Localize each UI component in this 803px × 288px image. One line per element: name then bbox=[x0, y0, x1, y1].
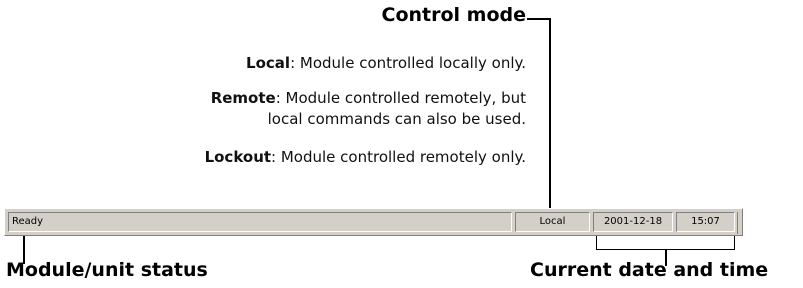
lockout-mode-text: : Module controlled remotely only. bbox=[271, 148, 526, 166]
lockout-mode-term: Lockout bbox=[204, 148, 272, 166]
lockout-mode-description: Lockout: Module controlled remotely only… bbox=[205, 147, 526, 168]
control-mode-leader-horizontal bbox=[527, 18, 550, 20]
control-mode-leader-vertical bbox=[549, 18, 551, 208]
time-panel: 15:07 bbox=[676, 212, 735, 232]
local-mode-text: : Module controlled locally only. bbox=[290, 54, 526, 72]
status-panel: Ready bbox=[8, 212, 512, 232]
date-panel: 2001-12-18 bbox=[593, 212, 673, 232]
remote-mode-text-line2: local commands can also be used. bbox=[267, 110, 526, 128]
datetime-callout: Current date and time bbox=[530, 259, 769, 281]
local-mode-description: Local: Module controlled locally only. bbox=[246, 53, 526, 74]
remote-mode-term: Remote bbox=[210, 89, 276, 107]
control-mode-callout: Control mode bbox=[381, 4, 527, 26]
remote-mode-text-line1: : Module controlled remotely, but bbox=[275, 89, 526, 107]
datetime-bracket bbox=[596, 236, 735, 250]
control-mode-panel[interactable]: Local bbox=[515, 212, 590, 232]
status-bar: Ready Local 2001-12-18 15:07 bbox=[4, 208, 743, 236]
module-status-callout: Module/unit status bbox=[6, 259, 208, 281]
status-bar-grip bbox=[737, 212, 741, 234]
local-mode-term: Local bbox=[246, 54, 291, 72]
remote-mode-description: Remote: Module controlled remotely, but … bbox=[211, 88, 526, 130]
